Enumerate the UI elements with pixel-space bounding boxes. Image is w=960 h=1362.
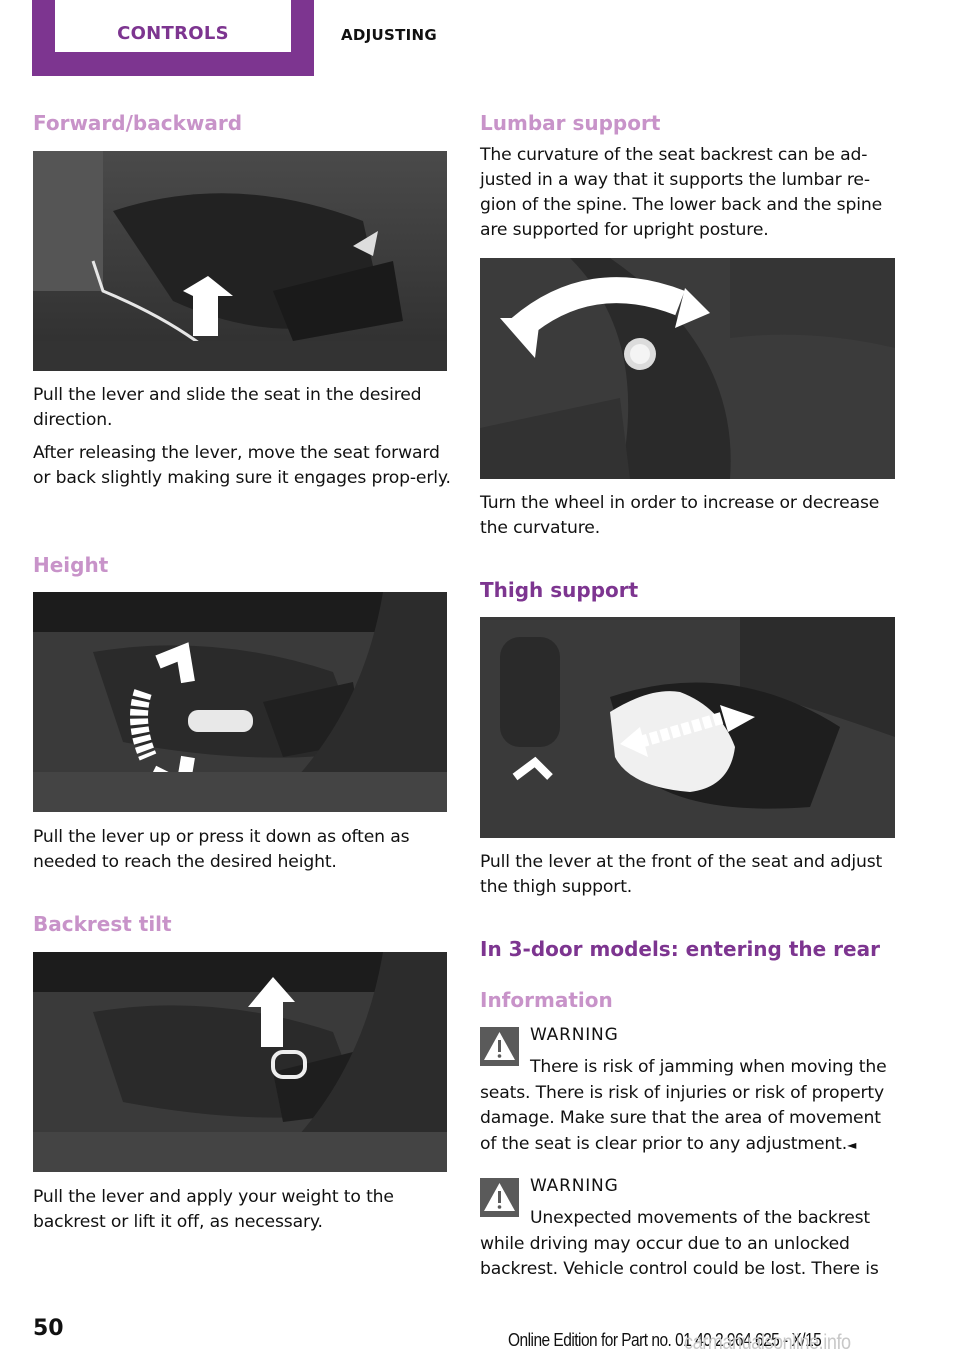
figure-lumbar-support xyxy=(480,258,895,479)
heading-thigh-support: Thigh support xyxy=(480,578,639,602)
heading-forward-backward: Forward/backward xyxy=(33,111,243,135)
figure-height xyxy=(33,592,447,812)
heading-backrest-tilt: Backrest tilt xyxy=(33,912,172,936)
paragraph: Turn the wheel in order to increase or d… xyxy=(480,493,880,538)
paragraph: Pull the lever and slide the seat in the… xyxy=(33,385,422,430)
figure-thigh-support xyxy=(480,617,895,838)
warning-text: Unexpected movements of the backrest whi… xyxy=(480,1208,879,1279)
page-number: 50 xyxy=(33,1316,64,1341)
section-tab: CONTROLS xyxy=(32,0,314,76)
heading-lumbar-support: Lumbar support xyxy=(480,111,661,135)
section-tab-label: CONTROLS xyxy=(117,22,229,44)
warning-title: WARNING xyxy=(530,1176,619,1196)
end-mark-icon: ◄ xyxy=(847,1137,857,1152)
paragraph: After releasing the lever, move the seat… xyxy=(33,443,451,488)
paragraph: The curvature of the seat backrest can b… xyxy=(480,145,883,240)
heading-information: Information xyxy=(480,988,613,1012)
warning-text: There is risk of jamming when moving the… xyxy=(480,1055,900,1158)
figure-backrest-tilt xyxy=(33,952,447,1172)
paragraph: Pull the lever at the front of the seat … xyxy=(480,852,883,897)
paragraph: Pull the lever and apply your weight to … xyxy=(33,1187,394,1232)
warning-text-body: There is risk of jamming when moving the… xyxy=(480,1057,887,1154)
warning-title: WARNING xyxy=(530,1025,619,1045)
watermark[interactable]: carmanualsonline.info xyxy=(684,1331,851,1355)
paragraph: Pull the lever up or press it down as of… xyxy=(33,827,410,872)
section-tab-inner: CONTROLS xyxy=(55,0,291,52)
subsection-label: ADJUSTING xyxy=(341,26,438,44)
heading-entering-rear: In 3-door models: entering the rear xyxy=(480,937,880,961)
heading-height: Height xyxy=(33,553,109,577)
figure-forward-backward xyxy=(33,151,447,371)
